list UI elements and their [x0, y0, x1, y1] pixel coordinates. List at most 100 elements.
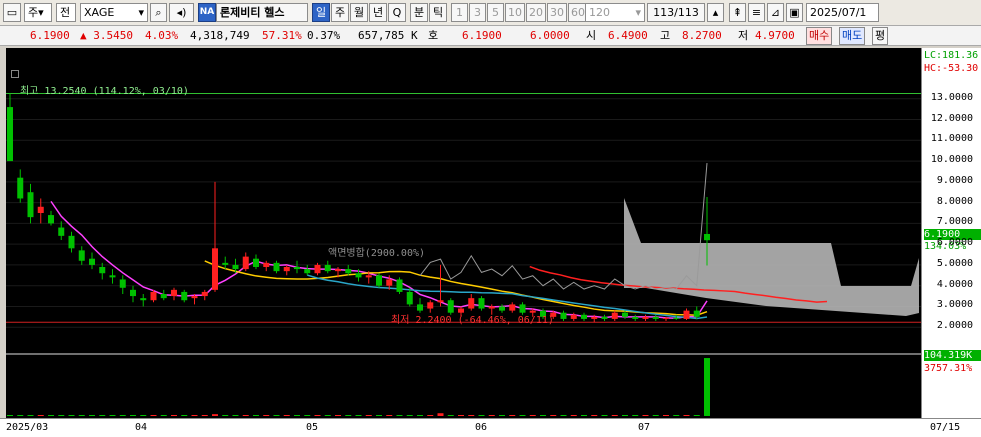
avg-button[interactable]: 평 — [872, 27, 889, 45]
volume-bar — [468, 415, 475, 416]
period-minute-tab[interactable]: 분 — [410, 3, 428, 22]
scroll-up-icon[interactable]: ▴ — [707, 3, 724, 22]
volume-bar — [181, 415, 188, 416]
volume-bar — [273, 415, 280, 416]
volume-bar — [560, 415, 567, 416]
symbol-input[interactable]: XAGE ▾ — [80, 3, 148, 22]
candle-body — [314, 264, 321, 274]
period-week-tab[interactable]: 주 — [331, 3, 349, 22]
period-year-tab[interactable]: 년 — [369, 3, 387, 22]
volume-bar — [447, 415, 454, 416]
volume-bar — [294, 415, 300, 416]
minute-30-button[interactable]: 30 — [547, 3, 567, 22]
minute-1-button[interactable]: 1 — [451, 3, 468, 22]
y-tick-label: 8.0000 — [936, 195, 973, 207]
candle-body — [560, 312, 567, 319]
candle-body — [283, 267, 290, 272]
price-axis: LC:181.36 HC:-53.30 6.1900 134.03% 104.3… — [921, 48, 981, 418]
volume-bar — [37, 415, 44, 416]
volume-bar — [119, 415, 126, 416]
candle-body — [427, 302, 434, 309]
y-tick-label: 4.0000 — [936, 278, 973, 290]
candle-body — [191, 296, 198, 299]
type-select-value: 주 — [28, 6, 39, 19]
volume: 4,318,749 — [190, 29, 250, 42]
volume-bar — [140, 415, 147, 416]
volume-bar — [58, 415, 65, 416]
quote-bar: 6.1900 ▲ 3.5450 4.03% 4,318,749 57.31% 0… — [0, 26, 981, 46]
settings-list-icon[interactable]: ≡ — [748, 3, 765, 22]
minute-3-button[interactable]: 3 — [469, 3, 486, 22]
period-quarter-tab[interactable]: Q — [388, 3, 406, 22]
date-input[interactable]: 2025/07/1 — [806, 3, 879, 22]
volume-bar — [704, 358, 710, 416]
chart-svg — [6, 48, 921, 418]
volume-bar — [642, 415, 649, 416]
volume-bar — [529, 415, 536, 416]
merge-annotation: 액면병합(2900.00%) — [328, 248, 426, 259]
candle-body — [683, 310, 690, 319]
volume-bar — [324, 415, 331, 416]
buy-button[interactable]: 매수 — [806, 27, 833, 45]
minute-10-button[interactable]: 10 — [505, 3, 525, 22]
candle-body — [304, 269, 311, 274]
volume-bar — [17, 415, 24, 416]
window-menu-icon[interactable]: ▭ — [3, 3, 21, 22]
symbol-value: XAGE — [84, 6, 115, 19]
volume-bar — [550, 415, 557, 416]
volume-bar — [27, 415, 34, 416]
y-tick-label: 3.0000 — [936, 299, 973, 311]
save-icon[interactable]: ▣ — [786, 3, 803, 22]
search-icon[interactable]: ⌕ — [150, 3, 167, 22]
volume-bar — [632, 415, 639, 416]
volume-bar — [581, 415, 587, 416]
count-display: 113/113 — [647, 3, 705, 22]
candle-body — [89, 258, 95, 265]
change: ▲ 3.5450 — [80, 29, 133, 42]
volume-bar — [693, 415, 700, 416]
candle-body — [7, 107, 13, 162]
sell-button[interactable]: 매도 — [839, 27, 866, 45]
candle-body — [345, 269, 352, 274]
candle-body — [130, 289, 136, 297]
speaker-icon[interactable]: ◂) — [169, 3, 194, 22]
high-annotation: 최고 13.2540 (114.12%, 03/10) — [20, 86, 189, 97]
candle-body — [48, 215, 54, 224]
volume-bar — [99, 415, 106, 416]
candle-body — [632, 316, 639, 319]
volume-pct-label: 3757.31% — [924, 363, 973, 374]
volume-bar — [345, 415, 352, 416]
period-day-tab[interactable]: 일 — [312, 3, 330, 22]
candle-body — [642, 316, 649, 319]
volume-bar — [109, 415, 116, 416]
volume-bar — [478, 415, 485, 416]
y-tick-label: 9.0000 — [936, 174, 973, 186]
chart-corner-icon[interactable] — [11, 70, 19, 78]
price-chart[interactable]: 최고 13.2540 (114.12%, 03/10) 최저 2.2400 (-… — [6, 48, 921, 418]
high-label: 고 — [660, 29, 671, 42]
candle-body — [68, 235, 75, 249]
candle-body — [611, 312, 618, 319]
x-tick-label: 06 — [475, 422, 488, 433]
turnover-pct: 0.37% — [307, 29, 341, 42]
candle-body — [386, 279, 393, 286]
volume-bar — [68, 415, 75, 416]
minute-custom-select[interactable]: 120 ▾ — [585, 3, 645, 22]
volume-bar — [652, 415, 659, 416]
y-tick-label: 13.0000 — [930, 91, 973, 103]
chart-type-icon[interactable]: ⊿ — [767, 3, 784, 22]
minute-20-button[interactable]: 20 — [526, 3, 546, 22]
volume-bar — [150, 415, 157, 416]
candle-body — [150, 291, 157, 301]
volume-bar — [417, 415, 423, 416]
pin-icon[interactable]: ⇞ — [729, 3, 746, 22]
market-select[interactable]: 전 — [56, 3, 76, 22]
minute-5-button[interactable]: 5 — [487, 3, 504, 22]
period-tick-tab[interactable]: 틱 — [429, 3, 447, 22]
candle-body — [509, 304, 516, 311]
type-select[interactable]: 주▾ — [24, 3, 52, 22]
candle-body — [581, 314, 587, 319]
period-month-tab[interactable]: 월 — [350, 3, 368, 22]
market-select-value: 전 — [60, 6, 71, 19]
volume-bar — [201, 415, 208, 416]
